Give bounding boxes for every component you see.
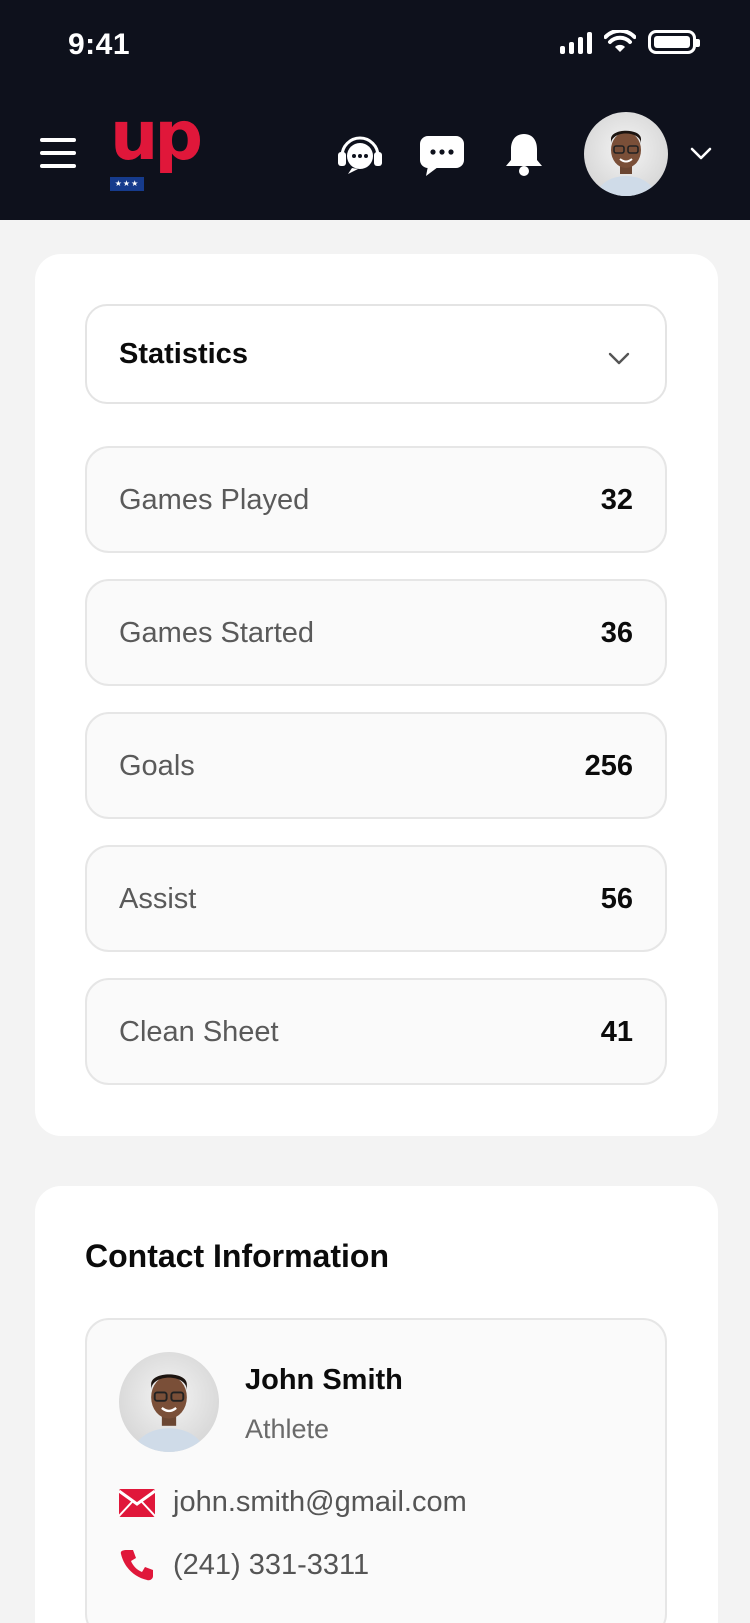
stat-row-games-started: Games Started 36 (85, 579, 667, 686)
battery-icon (648, 30, 700, 54)
contact-box: John Smith Athlete john.smith@gmail.com … (85, 1318, 667, 1623)
support-chat-icon[interactable] (334, 128, 386, 180)
logo-stars: ★★★ (110, 177, 144, 191)
stat-row-games-played: Games Played 32 (85, 446, 667, 553)
contact-phone-line[interactable]: (241) 331-3311 (119, 1548, 369, 1582)
dropdown-label: Statistics (119, 338, 248, 370)
stat-name: Assist (119, 883, 197, 915)
stat-row-clean-sheet: Clean Sheet 41 (85, 978, 667, 1085)
stat-name: Clean Sheet (119, 1016, 279, 1048)
stat-value: 56 (600, 883, 633, 915)
phone-icon (120, 1550, 153, 1581)
messages-icon[interactable] (416, 128, 468, 180)
stat-value: 36 (600, 617, 633, 649)
menu-icon[interactable] (40, 138, 76, 168)
contact-email-line[interactable]: john.smith@gmail.com (119, 1486, 467, 1519)
chevron-down-icon[interactable] (688, 140, 714, 166)
stat-value: 256 (584, 750, 633, 782)
contact-avatar (119, 1352, 219, 1452)
stat-row-assist: Assist 56 (85, 845, 667, 952)
statistics-card: Statistics Games Played 32 Games Started… (35, 254, 718, 1136)
profile-avatar[interactable] (584, 112, 668, 196)
status-icons (560, 30, 700, 54)
bell-icon[interactable] (498, 128, 550, 180)
chevron-down-icon (608, 352, 630, 365)
stat-name: Games Started (119, 617, 315, 649)
contact-email: john.smith@gmail.com (173, 1486, 467, 1518)
contact-role: Athlete (245, 1414, 330, 1444)
statistics-dropdown[interactable]: Statistics (85, 304, 667, 404)
signal-icon (560, 30, 592, 54)
stat-value: 32 (600, 484, 633, 516)
stat-row-goals: Goals 256 (85, 712, 667, 819)
stat-name: Goals (119, 750, 195, 782)
contact-phone: (241) 331-3311 (173, 1548, 370, 1581)
person-icon (596, 130, 656, 196)
person-icon (133, 1374, 205, 1452)
wifi-icon (604, 30, 636, 52)
stat-value: 41 (600, 1016, 633, 1048)
brand-logo[interactable]: UP ★★★ (110, 103, 203, 193)
stat-name: Games Played (119, 484, 310, 516)
contact-card: Contact Information John Smith Athlete j… (35, 1186, 718, 1623)
contact-title: Contact Information (85, 1238, 389, 1274)
logo-text: UP (110, 97, 203, 176)
status-time: 9:41 (68, 28, 131, 61)
contact-name: John Smith (245, 1364, 403, 1396)
top-navigation-bar: 9:41 UP ★★★ (0, 0, 750, 220)
mail-icon (119, 1488, 155, 1517)
